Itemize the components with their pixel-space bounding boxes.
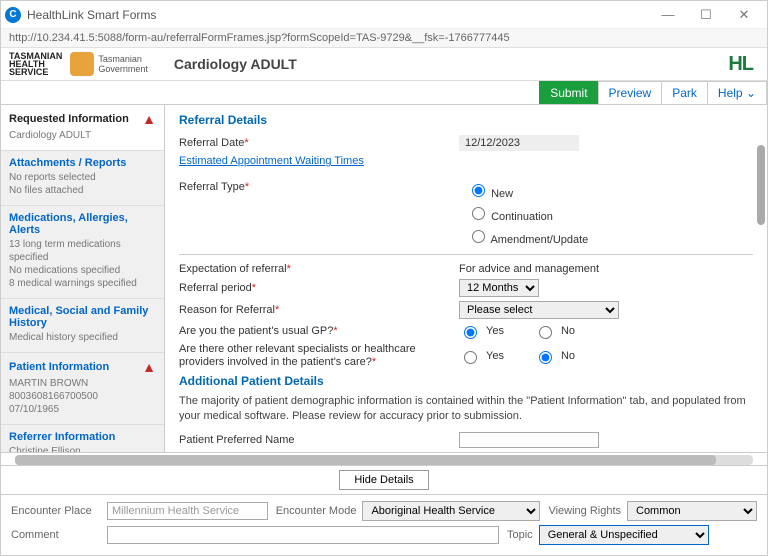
reason-select[interactable]: Please select	[459, 301, 619, 319]
healthlink-logo: HL	[728, 53, 753, 76]
sidebar-item-title: Referrer Information	[9, 431, 115, 443]
encounter-place-label: Encounter Place	[11, 505, 99, 517]
app-window: C HealthLink Smart Forms — ☐ ✕ http://10…	[0, 0, 768, 556]
additional-patient-desc: The majority of patient demographic info…	[179, 394, 753, 425]
sidebar-item-sub: No reports selected No files attached	[9, 171, 156, 197]
sidebar-item-patient[interactable]: Patient Information ▲ MARTIN BROWN 800360…	[1, 353, 164, 425]
topic-label: Topic	[507, 529, 533, 541]
section-additional-patient: Additional Patient Details	[179, 374, 753, 388]
vertical-scrollbar[interactable]	[757, 145, 765, 442]
usual-gp-yes[interactable]: Yes	[459, 323, 504, 339]
reason-label: Reason for Referral	[179, 304, 459, 316]
sidebar-item-sub: Medical history specified	[9, 331, 156, 344]
other-providers-label: Are there other relevant specialists or …	[179, 343, 459, 369]
tiger-icon	[70, 52, 94, 76]
referral-date-label: Referral Date	[179, 137, 459, 149]
footer: Encounter Place Encounter Mode Aborigina…	[1, 495, 767, 555]
expectation-value: For advice and management	[459, 263, 753, 275]
hide-details-button[interactable]: Hide Details	[339, 470, 428, 490]
other-prov-yes[interactable]: Yes	[459, 348, 504, 364]
tas-label-2: Government	[98, 64, 148, 74]
hide-details-bar: Hide Details	[1, 465, 767, 495]
viewing-rights-select[interactable]: Common	[627, 501, 757, 521]
warning-icon: ▲	[142, 359, 156, 375]
sidebar-item-title: Medical, Social and Family History	[9, 305, 156, 329]
other-prov-no[interactable]: No	[534, 348, 575, 364]
usual-gp-label: Are you the patient's usual GP?	[179, 325, 459, 337]
estimated-wait-link[interactable]: Estimated Appointment Waiting Times	[179, 155, 364, 167]
sidebar: Requested Information▲ Cardiology ADULT …	[1, 105, 165, 452]
pref-name-label: Patient Preferred Name	[179, 434, 459, 446]
address-bar[interactable]: http://10.234.41.5:5088/form-au/referral…	[1, 29, 767, 48]
sidebar-item-referrer[interactable]: Referrer Information Christine Ellison 2…	[1, 425, 164, 452]
app-icon: C	[5, 7, 21, 23]
sidebar-item-sub: 13 long term medications specified No me…	[9, 238, 156, 290]
sidebar-item-sub: Cardiology ADULT	[9, 129, 156, 142]
scrollbar-thumb[interactable]	[757, 145, 765, 225]
sidebar-item-title: Attachments / Reports	[9, 157, 126, 169]
park-button[interactable]: Park	[661, 81, 708, 104]
page-title: Cardiology ADULT	[174, 56, 297, 72]
section-referral-details: Referral Details	[179, 113, 753, 127]
horizontal-scrollbar[interactable]	[15, 455, 753, 465]
close-button[interactable]: ✕	[725, 3, 763, 27]
referral-period-select[interactable]: 12 Months	[459, 279, 539, 297]
viewing-rights-label: Viewing Rights	[548, 505, 621, 517]
referral-type-label: Referral Type	[179, 181, 459, 193]
sidebar-item-sub: MARTIN BROWN 8003608166700500 07/10/1965	[9, 377, 156, 416]
body: Requested Information▲ Cardiology ADULT …	[1, 105, 767, 453]
titlebar: C HealthLink Smart Forms — ☐ ✕	[1, 1, 767, 29]
encounter-place-input[interactable]	[107, 502, 268, 520]
form-panel[interactable]: Referral Details Referral Date 12/12/202…	[165, 105, 767, 452]
referral-type-continuation[interactable]: Continuation	[467, 204, 753, 223]
tasmanian-gov-logo: Tasmanian Government	[70, 52, 148, 76]
comment-label: Comment	[11, 529, 99, 541]
sidebar-item-title: Requested Information	[9, 113, 129, 125]
warning-icon: ▲	[142, 111, 156, 127]
scrollbar-thumb[interactable]	[15, 455, 716, 465]
referral-period-label: Referral period	[179, 282, 459, 294]
encounter-mode-select[interactable]: Aboriginal Health Service	[362, 501, 540, 521]
topic-select[interactable]: General & Unspecified	[539, 525, 709, 545]
maximize-button[interactable]: ☐	[687, 3, 725, 27]
sidebar-item-title: Patient Information	[9, 361, 109, 373]
sidebar-item-sub: Christine Ellison 2121731A	[9, 445, 156, 452]
action-bar: Submit Preview Park Help ⌄	[1, 81, 767, 105]
minimize-button[interactable]: —	[649, 3, 687, 27]
help-button[interactable]: Help ⌄	[707, 81, 767, 104]
sidebar-item-title: Medications, Allergies, Alerts	[9, 212, 156, 236]
expectation-label: Expectation of referral	[179, 263, 459, 275]
window-title: HealthLink Smart Forms	[27, 8, 649, 22]
usual-gp-no[interactable]: No	[534, 323, 575, 339]
pref-name-input[interactable]	[459, 432, 599, 448]
chevron-down-icon: ⌄	[743, 86, 756, 100]
sidebar-item-history[interactable]: Medical, Social and Family History Medic…	[1, 299, 164, 353]
referral-date-value: 12/12/2023	[459, 135, 579, 151]
header: TASMANIAN HEALTH SERVICE Tasmanian Gover…	[1, 48, 767, 81]
sidebar-item-medications[interactable]: Medications, Allergies, Alerts 13 long t…	[1, 206, 164, 299]
sidebar-item-attachments[interactable]: Attachments / Reports No reports selecte…	[1, 151, 164, 206]
comment-input[interactable]	[107, 526, 499, 544]
encounter-mode-label: Encounter Mode	[276, 505, 357, 517]
ths-logo: TASMANIAN HEALTH SERVICE	[9, 52, 62, 76]
submit-button[interactable]: Submit	[539, 81, 598, 104]
preview-button[interactable]: Preview	[598, 81, 663, 104]
referral-type-new[interactable]: New	[467, 181, 753, 200]
sidebar-item-requested-info[interactable]: Requested Information ▲ Cardiology ADULT	[1, 105, 164, 151]
tas-label-1: Tasmanian	[98, 54, 148, 64]
referral-type-amendment[interactable]: Amendment/Update	[467, 227, 753, 246]
